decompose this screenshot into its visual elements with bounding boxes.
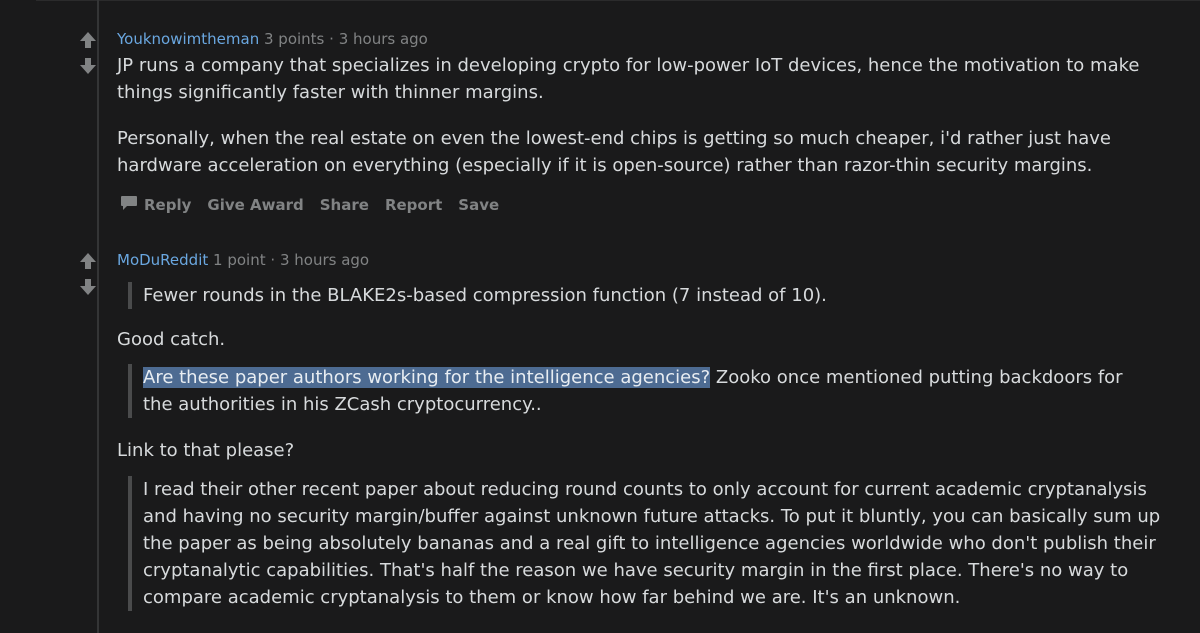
timestamp[interactable]: 3 hours ago — [339, 30, 428, 48]
comment-paragraph: Personally, when the real estate on even… — [117, 128, 1111, 176]
quote-text: I read their other recent paper about re… — [143, 479, 1161, 608]
points: 1 point — [213, 251, 266, 269]
quote-text: Fewer rounds in the BLAKE2s-based compre… — [143, 285, 827, 306]
blockquote: Fewer rounds in the BLAKE2s-based compre… — [128, 282, 833, 309]
author-link[interactable]: MoDuReddit — [117, 251, 208, 269]
separator: · — [329, 30, 334, 48]
arrow-down-icon[interactable] — [78, 56, 98, 76]
arrow-down-icon[interactable] — [78, 277, 98, 297]
comment-paragraph: Link to that please? — [117, 440, 295, 461]
comment-paragraph: JP runs a company that specializes in de… — [117, 55, 1140, 103]
share-button[interactable]: Share — [320, 196, 369, 214]
selected-text: Are these paper authors working for the … — [143, 367, 711, 388]
arrow-up-icon[interactable] — [78, 30, 98, 50]
save-button[interactable]: Save — [458, 196, 499, 214]
top-divider — [36, 0, 1200, 1]
comment-meta: MoDuReddit 1 point · 3 hours ago — [117, 251, 369, 269]
reply-label: Reply — [144, 196, 192, 214]
comment-body: JP runs a company that specializes in de… — [117, 52, 1167, 179]
comment-bubble-icon — [120, 195, 138, 215]
give-award-button[interactable]: Give Award — [207, 196, 303, 214]
comment-actions: Reply Give Award Share Report Save — [120, 195, 499, 215]
timestamp[interactable]: 3 hours ago — [280, 251, 369, 269]
arrow-up-icon[interactable] — [78, 251, 98, 271]
comment-meta: Youknowimtheman 3 points · 3 hours ago — [117, 30, 428, 48]
report-button[interactable]: Report — [385, 196, 442, 214]
author-link[interactable]: Youknowimtheman — [117, 30, 259, 48]
comment-paragraph: Good catch. — [117, 329, 226, 350]
thread-line[interactable] — [97, 0, 99, 633]
separator: · — [270, 251, 276, 269]
points: 3 points — [263, 30, 325, 48]
blockquote: Are these paper authors working for the … — [128, 364, 1133, 418]
reply-button[interactable]: Reply — [120, 195, 191, 215]
blockquote: I read their other recent paper about re… — [128, 476, 1165, 611]
